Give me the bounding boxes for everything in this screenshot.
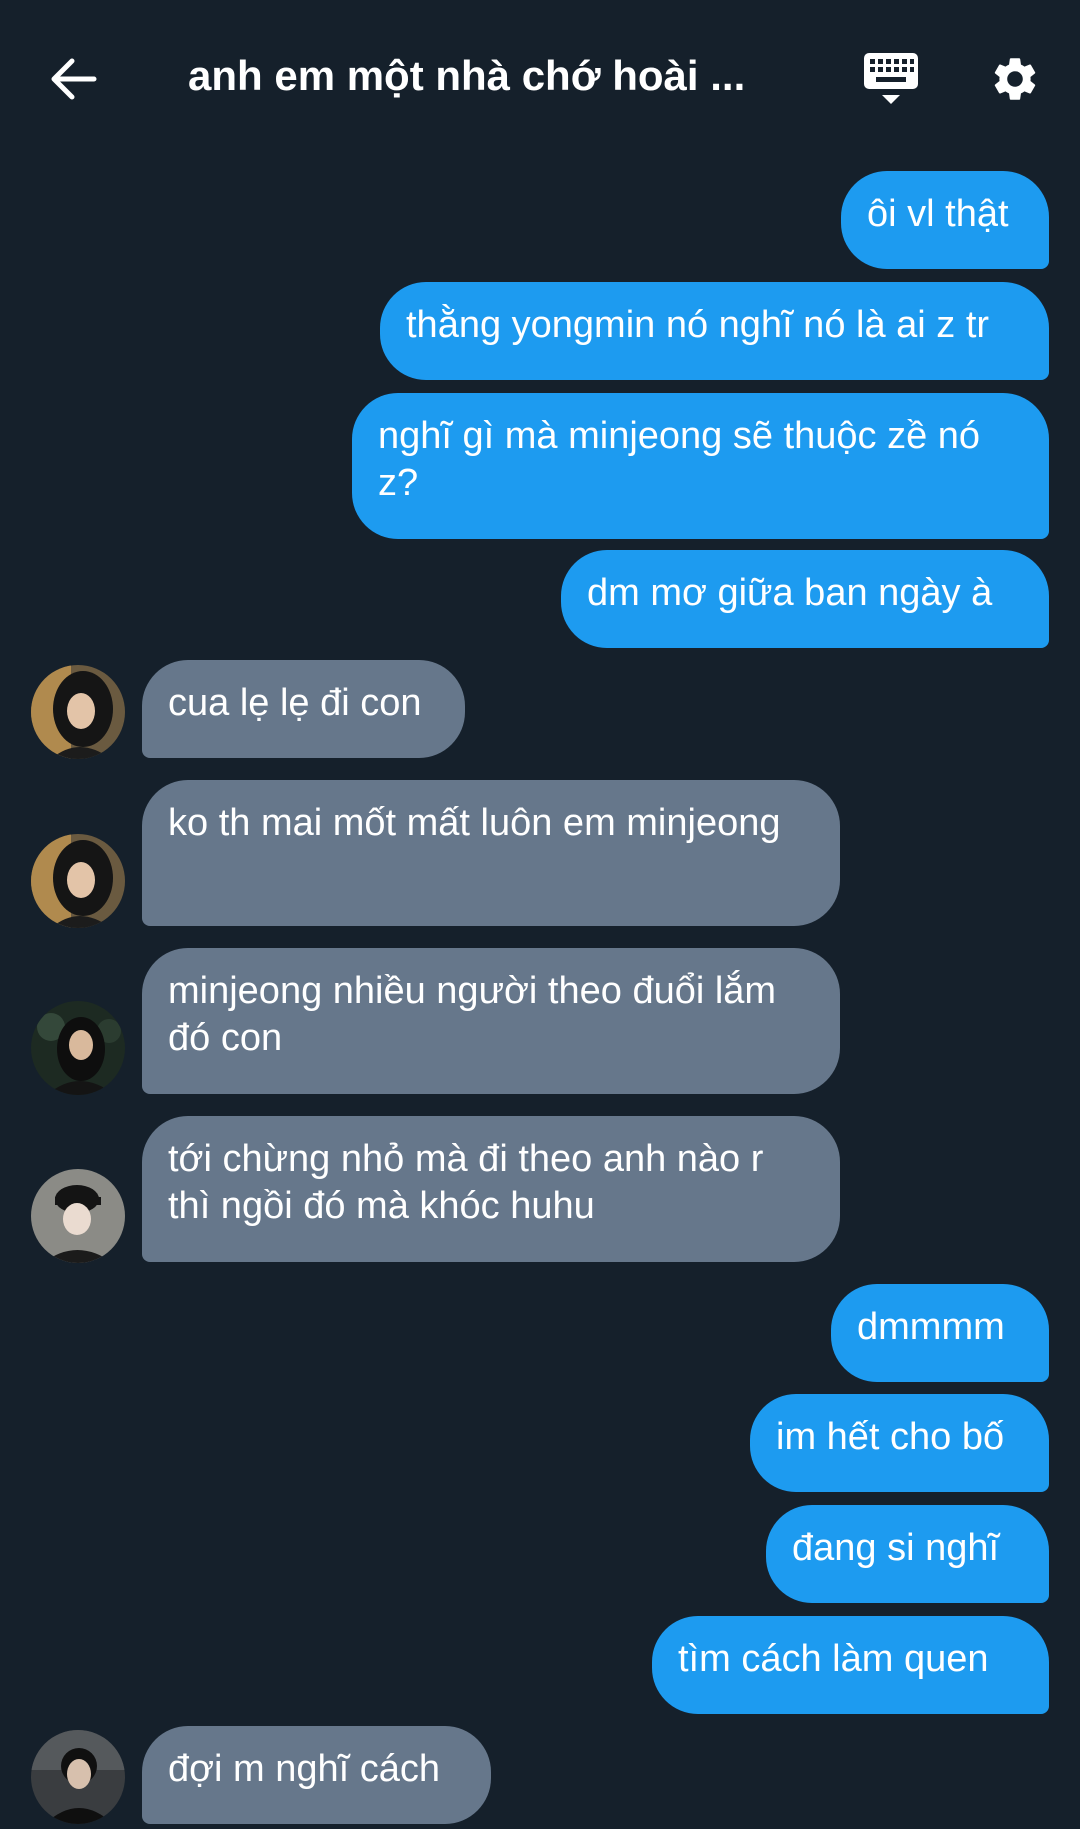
received-message-bubble[interactable]: minjeong nhiều người theo đuổi lắm đó co… xyxy=(142,948,840,1094)
message-text: tới chừng nhỏ mà đi theo anh nào r thì n… xyxy=(168,1138,764,1227)
message-text: im hết cho bố xyxy=(776,1416,1005,1458)
avatar-image xyxy=(31,1730,125,1824)
received-message-bubble[interactable]: cua lẹ lẹ đi con xyxy=(142,660,465,758)
message-text: nghĩ gì mà minjeong sẽ thuộc zề nó z? xyxy=(378,415,981,504)
settings-button[interactable] xyxy=(980,44,1050,114)
message-text: đợi m nghĩ cách xyxy=(168,1748,441,1790)
sent-message-bubble[interactable]: dmmmm xyxy=(831,1284,1049,1382)
message-text: đang si nghĩ xyxy=(792,1527,1000,1569)
arrow-left-icon xyxy=(51,58,97,100)
keyboard-icon xyxy=(864,53,918,104)
avatar[interactable] xyxy=(31,1001,125,1095)
sent-message-bubble[interactable]: ôi vl thật xyxy=(841,171,1049,269)
avatar[interactable] xyxy=(31,1169,125,1263)
chat-header: anh em một nhà chớ hoài ... xyxy=(0,0,1080,152)
avatar[interactable] xyxy=(31,665,125,759)
received-message-bubble[interactable]: ko th mai mốt mất luôn em minjeong xyxy=(142,780,840,926)
message-text: minjeong nhiều người theo đuổi lắm đó co… xyxy=(168,970,777,1059)
back-button[interactable] xyxy=(38,44,108,114)
avatar-image xyxy=(31,1169,125,1263)
sent-message-bubble[interactable]: dm mơ giữa ban ngày à xyxy=(561,550,1049,648)
message-text: ko th mai mốt mất luôn em minjeong xyxy=(168,802,781,844)
avatar[interactable] xyxy=(31,834,125,928)
avatar-image xyxy=(31,834,125,928)
message-text: tìm cách làm quen xyxy=(678,1638,989,1680)
sent-message-bubble[interactable]: im hết cho bố xyxy=(750,1394,1049,1492)
sent-message-bubble[interactable]: đang si nghĩ xyxy=(766,1505,1049,1603)
message-text: ôi vl thật xyxy=(867,193,1009,235)
avatar-image xyxy=(31,1001,125,1095)
message-text: dm mơ giữa ban ngày à xyxy=(587,572,993,614)
avatar-image xyxy=(31,665,125,759)
message-text: thằng yongmin nó nghĩ nó là ai z tr xyxy=(406,304,990,346)
gear-icon xyxy=(994,58,1036,100)
sent-message-bubble[interactable]: thằng yongmin nó nghĩ nó là ai z tr xyxy=(380,282,1049,380)
sent-message-bubble[interactable]: tìm cách làm quen xyxy=(652,1616,1049,1714)
message-text: cua lẹ lẹ đi con xyxy=(168,682,422,724)
received-message-bubble[interactable]: đợi m nghĩ cách xyxy=(142,1726,491,1824)
sent-message-bubble[interactable]: nghĩ gì mà minjeong sẽ thuộc zề nó z? xyxy=(352,393,1049,539)
message-text: dmmmm xyxy=(857,1306,1005,1348)
avatar[interactable] xyxy=(31,1730,125,1824)
keyboard-button[interactable] xyxy=(856,44,926,114)
received-message-bubble[interactable]: tới chừng nhỏ mà đi theo anh nào r thì n… xyxy=(142,1116,840,1262)
conversation-title[interactable]: anh em một nhà chớ hoài ... xyxy=(188,46,788,106)
